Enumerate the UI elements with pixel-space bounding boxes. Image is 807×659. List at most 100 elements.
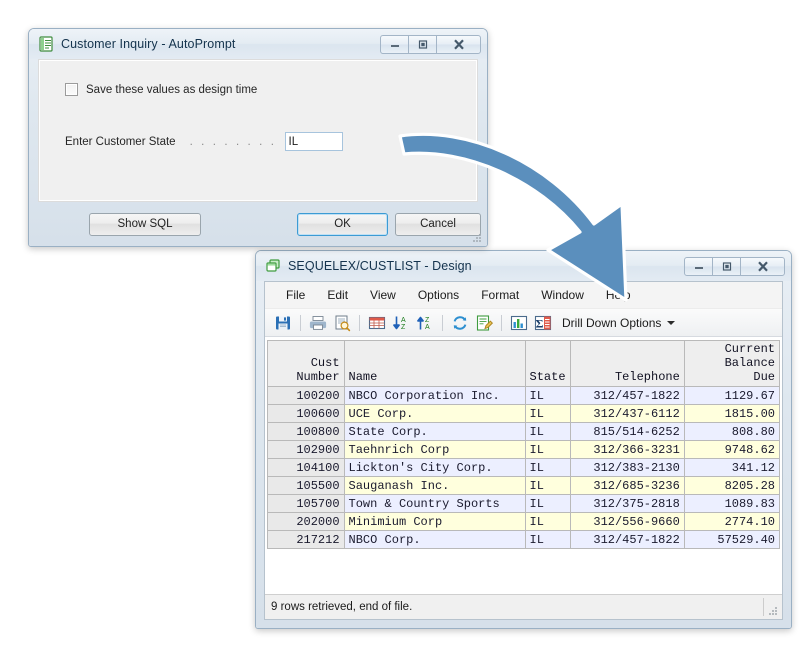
grid-icon[interactable]: [368, 314, 386, 332]
customer-inquiry-dialog[interactable]: Customer Inquiry - AutoPrompt Save these…: [28, 28, 488, 247]
minimize-icon[interactable]: [380, 34, 409, 54]
cell-state[interactable]: IL: [524, 458, 572, 477]
cell-telephone[interactable]: 312/383-2130: [570, 458, 685, 477]
table-row[interactable]: 217212 NBCO Corp. IL 312/457-1822 57529.40: [267, 530, 781, 549]
cancel-button[interactable]: Cancel: [395, 212, 481, 236]
cell-balance[interactable]: 808.80: [683, 422, 781, 441]
cell-state[interactable]: IL: [524, 512, 572, 531]
cell-telephone[interactable]: 312/556-9660: [570, 512, 685, 531]
design-window-controls[interactable]: [684, 256, 785, 276]
menu-help[interactable]: Help: [595, 286, 642, 304]
close-icon[interactable]: [436, 34, 481, 54]
cell-telephone[interactable]: 312/457-1822: [570, 530, 685, 549]
cell-cust_number[interactable]: 104100: [267, 458, 345, 477]
cell-name[interactable]: Town & Country Sports: [343, 494, 526, 513]
table-row[interactable]: 104100 Lickton's City Corp. IL 312/383-2130…: [267, 458, 781, 477]
table-row[interactable]: 202000 Minimium Corp IL 312/556-9660 2774.10: [267, 512, 781, 531]
menu-options[interactable]: Options: [407, 286, 470, 304]
menu-view[interactable]: View: [359, 286, 407, 304]
print-preview-icon[interactable]: [333, 314, 351, 332]
design-window[interactable]: SEQUELEX/CUSTLIST - Design File Edit Vie…: [255, 250, 792, 629]
ok-button[interactable]: OK: [297, 212, 388, 236]
results-grid[interactable]: Cust Number Name State Telephone Current…: [265, 337, 782, 594]
menu-window[interactable]: Window: [530, 286, 595, 304]
cell-balance[interactable]: 57529.40: [683, 530, 781, 549]
show-sql-button[interactable]: Show SQL: [89, 212, 201, 236]
save-icon[interactable]: [274, 314, 292, 332]
drill-down-options-button[interactable]: Drill Down Options: [562, 316, 676, 330]
cell-cust_number[interactable]: 102900: [267, 440, 345, 459]
save-design-time-row[interactable]: Save these values as design time: [65, 83, 257, 96]
cell-telephone[interactable]: 312/366-3231: [570, 440, 685, 459]
cell-state[interactable]: IL: [524, 404, 572, 423]
sort-descending-icon[interactable]: Z A: [416, 314, 434, 332]
sum-icon[interactable]: Σ: [534, 314, 552, 332]
cell-cust_number[interactable]: 105500: [267, 476, 345, 495]
cell-balance[interactable]: 2774.10: [683, 512, 781, 531]
table-row[interactable]: 100800 State Corp. IL 815/514-6252 808.80: [267, 422, 781, 441]
cell-balance[interactable]: 9748.62: [683, 440, 781, 459]
cell-state[interactable]: IL: [524, 440, 572, 459]
cell-balance[interactable]: 1815.00: [683, 404, 781, 423]
cell-telephone[interactable]: 312/685-3236: [570, 476, 685, 495]
column-header-state[interactable]: State: [524, 340, 572, 387]
sort-ascending-icon[interactable]: A Z: [392, 314, 410, 332]
edit-note-icon[interactable]: [475, 314, 494, 332]
table-row[interactable]: 102900 Taehnrich Corp IL 312/366-3231 9748.6…: [267, 440, 781, 459]
restore-icon[interactable]: [712, 256, 741, 276]
cell-cust_number[interactable]: 100800: [267, 422, 345, 441]
column-header-balance[interactable]: Current Balance Due: [683, 340, 781, 387]
cell-name[interactable]: NBCO Corp.: [343, 530, 526, 549]
cell-state[interactable]: IL: [524, 530, 572, 549]
cell-name[interactable]: State Corp.: [343, 422, 526, 441]
cell-telephone[interactable]: 312/457-1822: [570, 386, 685, 405]
cell-balance[interactable]: 341.12: [683, 458, 781, 477]
cell-cust_number[interactable]: 100200: [267, 386, 345, 405]
customer-state-input[interactable]: [284, 132, 343, 151]
cell-cust_number[interactable]: 105700: [267, 494, 345, 513]
cell-telephone[interactable]: 312/375-2818: [570, 494, 685, 513]
cell-cust_number[interactable]: 202000: [267, 512, 345, 531]
column-header-cust-number[interactable]: Cust Number: [267, 340, 345, 387]
table-row[interactable]: 100600 UCE Corp. IL 312/437-6112 1815.00: [267, 404, 781, 423]
cell-state[interactable]: IL: [524, 494, 572, 513]
dialog-titlebar[interactable]: Customer Inquiry - AutoPrompt: [29, 29, 487, 59]
cell-name[interactable]: Minimium Corp: [343, 512, 526, 531]
minimize-icon[interactable]: [684, 256, 713, 276]
dialog-window-controls[interactable]: [380, 34, 481, 54]
cell-name[interactable]: Taehnrich Corp: [343, 440, 526, 459]
menubar[interactable]: File Edit View Options Format Window Hel…: [265, 282, 782, 309]
menu-edit[interactable]: Edit: [316, 286, 359, 304]
column-header-telephone[interactable]: Telephone: [570, 340, 685, 387]
cell-cust_number[interactable]: 217212: [267, 530, 345, 549]
menu-format[interactable]: Format: [470, 286, 530, 304]
cell-telephone[interactable]: 312/437-6112: [570, 404, 685, 423]
save-design-time-checkbox[interactable]: [65, 83, 78, 96]
cell-name[interactable]: UCE Corp.: [343, 404, 526, 423]
cell-name[interactable]: Sauganash Inc.: [343, 476, 526, 495]
cell-name[interactable]: Lickton's City Corp.: [343, 458, 526, 477]
print-icon[interactable]: [309, 314, 327, 332]
cell-cust_number[interactable]: 100600: [267, 404, 345, 423]
cell-balance[interactable]: 8205.28: [683, 476, 781, 495]
cell-state[interactable]: IL: [524, 422, 572, 441]
design-window-titlebar[interactable]: SEQUELEX/CUSTLIST - Design: [256, 251, 791, 281]
table-row[interactable]: 105500 Sauganash Inc. IL 312/685-3236 8205.2…: [267, 476, 781, 495]
chart-icon[interactable]: [510, 314, 528, 332]
cell-balance[interactable]: 1129.67: [683, 386, 781, 405]
toolbar[interactable]: A Z Z A Σ Drill Down Options: [265, 309, 782, 337]
cell-state[interactable]: IL: [524, 476, 572, 495]
cell-balance[interactable]: 1089.83: [683, 494, 781, 513]
table-row[interactable]: 100200 NBCO Corporation Inc. IL 312/457-182…: [267, 386, 781, 405]
cell-state[interactable]: IL: [524, 386, 572, 405]
column-header-name[interactable]: Name: [343, 340, 526, 387]
restore-icon[interactable]: [408, 34, 437, 54]
cell-name[interactable]: NBCO Corporation Inc.: [343, 386, 526, 405]
close-icon[interactable]: [740, 256, 785, 276]
table-row[interactable]: 105700 Town & Country Sports IL 312/375-281…: [267, 494, 781, 513]
cell-telephone[interactable]: 815/514-6252: [570, 422, 685, 441]
refresh-icon[interactable]: [451, 314, 469, 332]
menu-file[interactable]: File: [275, 286, 316, 304]
window-resize-grip[interactable]: [767, 605, 779, 617]
dialog-resize-grip[interactable]: [471, 231, 483, 243]
